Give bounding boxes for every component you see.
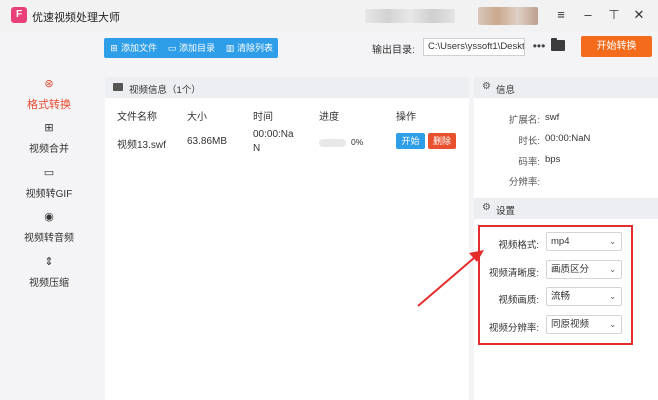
app-window: F 优速视频处理大师 ≡ – ⊤ ✕ ⊛ 格式转换 ⊞ 视频合并 ▭ 视频转GI… [0,0,658,400]
annotation-arrow [417,250,484,307]
